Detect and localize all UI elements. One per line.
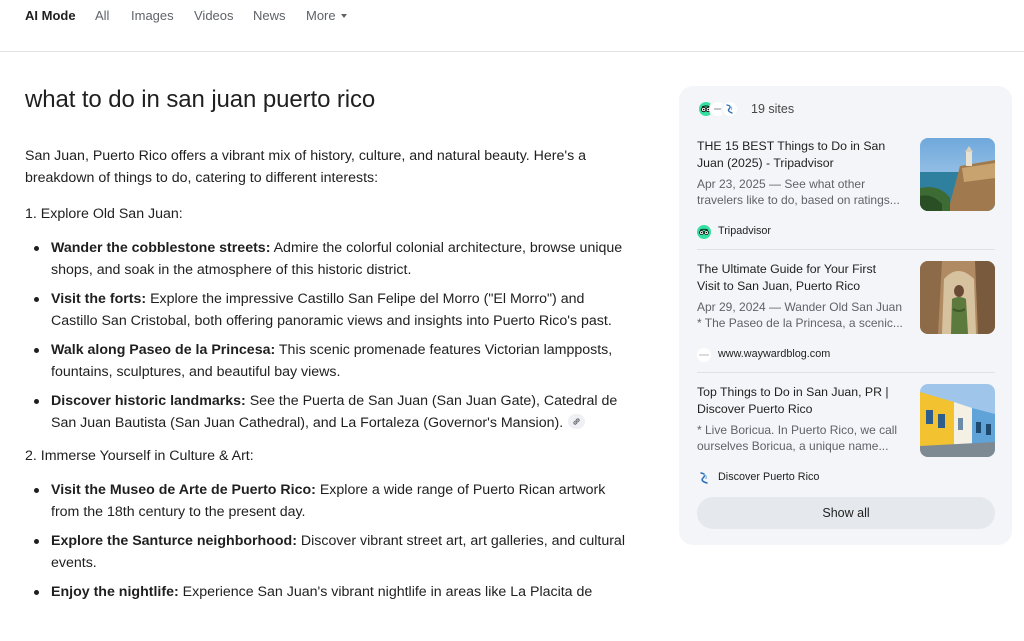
card-snippet: Apr 23, 2025 — See what other travelers … bbox=[697, 176, 915, 208]
item-title: Wander the cobblestone streets: bbox=[51, 240, 271, 256]
source-card[interactable]: Top Things to Do in San Juan, PR | Disco… bbox=[697, 384, 995, 487]
card-snippet: * Live Boricua. In Puerto Rico, we call … bbox=[697, 422, 915, 454]
tab-more-label: More bbox=[306, 8, 336, 23]
item-title: Enjoy the nightlife: bbox=[51, 584, 179, 600]
coastal-fort-photo bbox=[920, 138, 995, 211]
link-icon bbox=[573, 418, 580, 425]
show-all-button[interactable]: Show all bbox=[697, 497, 995, 529]
citation-chip[interactable] bbox=[568, 414, 586, 429]
caret-down-icon bbox=[340, 13, 347, 18]
snippet-line: * The Paseo de la Princesa, a scenic... bbox=[697, 316, 903, 330]
card-title: Top Things to Do in San Juan, PR | Disco… bbox=[697, 385, 889, 416]
sources-panel: 19 sites THE 15 BEST Things to Do in San… bbox=[679, 86, 1012, 545]
source-name: Discover Puerto Rico bbox=[718, 471, 820, 483]
list-item: Visit the Museo de Arte de Puerto Rico: … bbox=[25, 479, 625, 523]
list-item: Enjoy the nightlife: Experience San Juan… bbox=[25, 581, 625, 603]
discover-puerto-rico-icon bbox=[721, 100, 739, 118]
section-heading: 1. Explore Old San Juan: bbox=[25, 206, 183, 222]
section-list: Visit the Museo de Arte de Puerto Rico: … bbox=[25, 479, 625, 603]
waywardblog-icon bbox=[697, 348, 711, 362]
snippet-line: * Live Boricua. In Puerto Rico, we call bbox=[697, 423, 898, 437]
list-item: Explore the Santurce neighborhood: Disco… bbox=[25, 530, 625, 574]
source-card[interactable]: THE 15 BEST Things to Do in San Juan (20… bbox=[697, 138, 995, 241]
snippet-line: ourselves Boricua, a unique name... bbox=[697, 439, 889, 453]
divider bbox=[697, 372, 995, 373]
card-snippet: Apr 29, 2024 — Wander Old San Juan * The… bbox=[697, 299, 915, 331]
tab-images[interactable]: Images bbox=[131, 8, 174, 23]
item-text: Experience San Juan's vibrant nightlife … bbox=[182, 584, 593, 600]
source-name: www.waywardblog.com bbox=[718, 348, 831, 360]
source-name: Tripadvisor bbox=[718, 225, 771, 237]
item-title: Visit the forts: bbox=[51, 291, 147, 307]
item-title: Walk along Paseo de la Princesa: bbox=[51, 342, 276, 358]
ai-answer: San Juan, Puerto Rico offers a vibrant m… bbox=[25, 145, 625, 610]
tab-ai-mode[interactable]: AI Mode bbox=[25, 8, 76, 23]
list-item: Walk along Paseo de la Princesa: This sc… bbox=[25, 339, 625, 383]
snippet-line: Apr 23, 2025 — See what other bbox=[697, 177, 866, 191]
divider bbox=[697, 249, 995, 250]
source-card[interactable]: The Ultimate Guide for Your First Visit … bbox=[697, 261, 995, 364]
colorful-street-photo bbox=[920, 384, 995, 457]
answer-intro: San Juan, Puerto Rico offers a vibrant m… bbox=[25, 148, 587, 186]
item-title: Visit the Museo de Arte de Puerto Rico: bbox=[51, 482, 316, 498]
list-item: Discover historic landmarks: See the Pue… bbox=[25, 390, 625, 434]
tab-news[interactable]: News bbox=[253, 8, 286, 23]
snippet-line: travelers like to do, based on ratings..… bbox=[697, 193, 900, 207]
person-in-stone-arch-photo bbox=[920, 261, 995, 334]
list-item: Wander the cobblestone streets: Admire t… bbox=[25, 237, 625, 281]
item-title: Explore the Santurce neighborhood: bbox=[51, 533, 297, 549]
card-title: The Ultimate Guide for Your First Visit … bbox=[697, 262, 877, 293]
section-heading: 2. Immerse Yourself in Culture & Art: bbox=[25, 448, 254, 464]
tab-more[interactable]: More bbox=[306, 8, 347, 23]
card-title: THE 15 BEST Things to Do in San Juan (20… bbox=[697, 139, 886, 170]
sites-count: 19 sites bbox=[751, 102, 795, 116]
list-item: Visit the forts: Explore the impressive … bbox=[25, 288, 625, 332]
tab-all[interactable]: All bbox=[95, 8, 109, 23]
item-title: Discover historic landmarks: bbox=[51, 393, 246, 409]
query-heading: what to do in san juan puerto rico bbox=[25, 86, 376, 113]
top-nav: AI Mode All Images Videos News More bbox=[0, 0, 1024, 52]
section-list: Wander the cobblestone streets: Admire t… bbox=[25, 237, 625, 434]
snippet-line: Apr 29, 2024 — Wander Old San Juan bbox=[697, 300, 903, 314]
tab-videos[interactable]: Videos bbox=[194, 8, 234, 23]
discover-puerto-rico-icon bbox=[697, 471, 711, 485]
tripadvisor-icon bbox=[697, 225, 711, 239]
